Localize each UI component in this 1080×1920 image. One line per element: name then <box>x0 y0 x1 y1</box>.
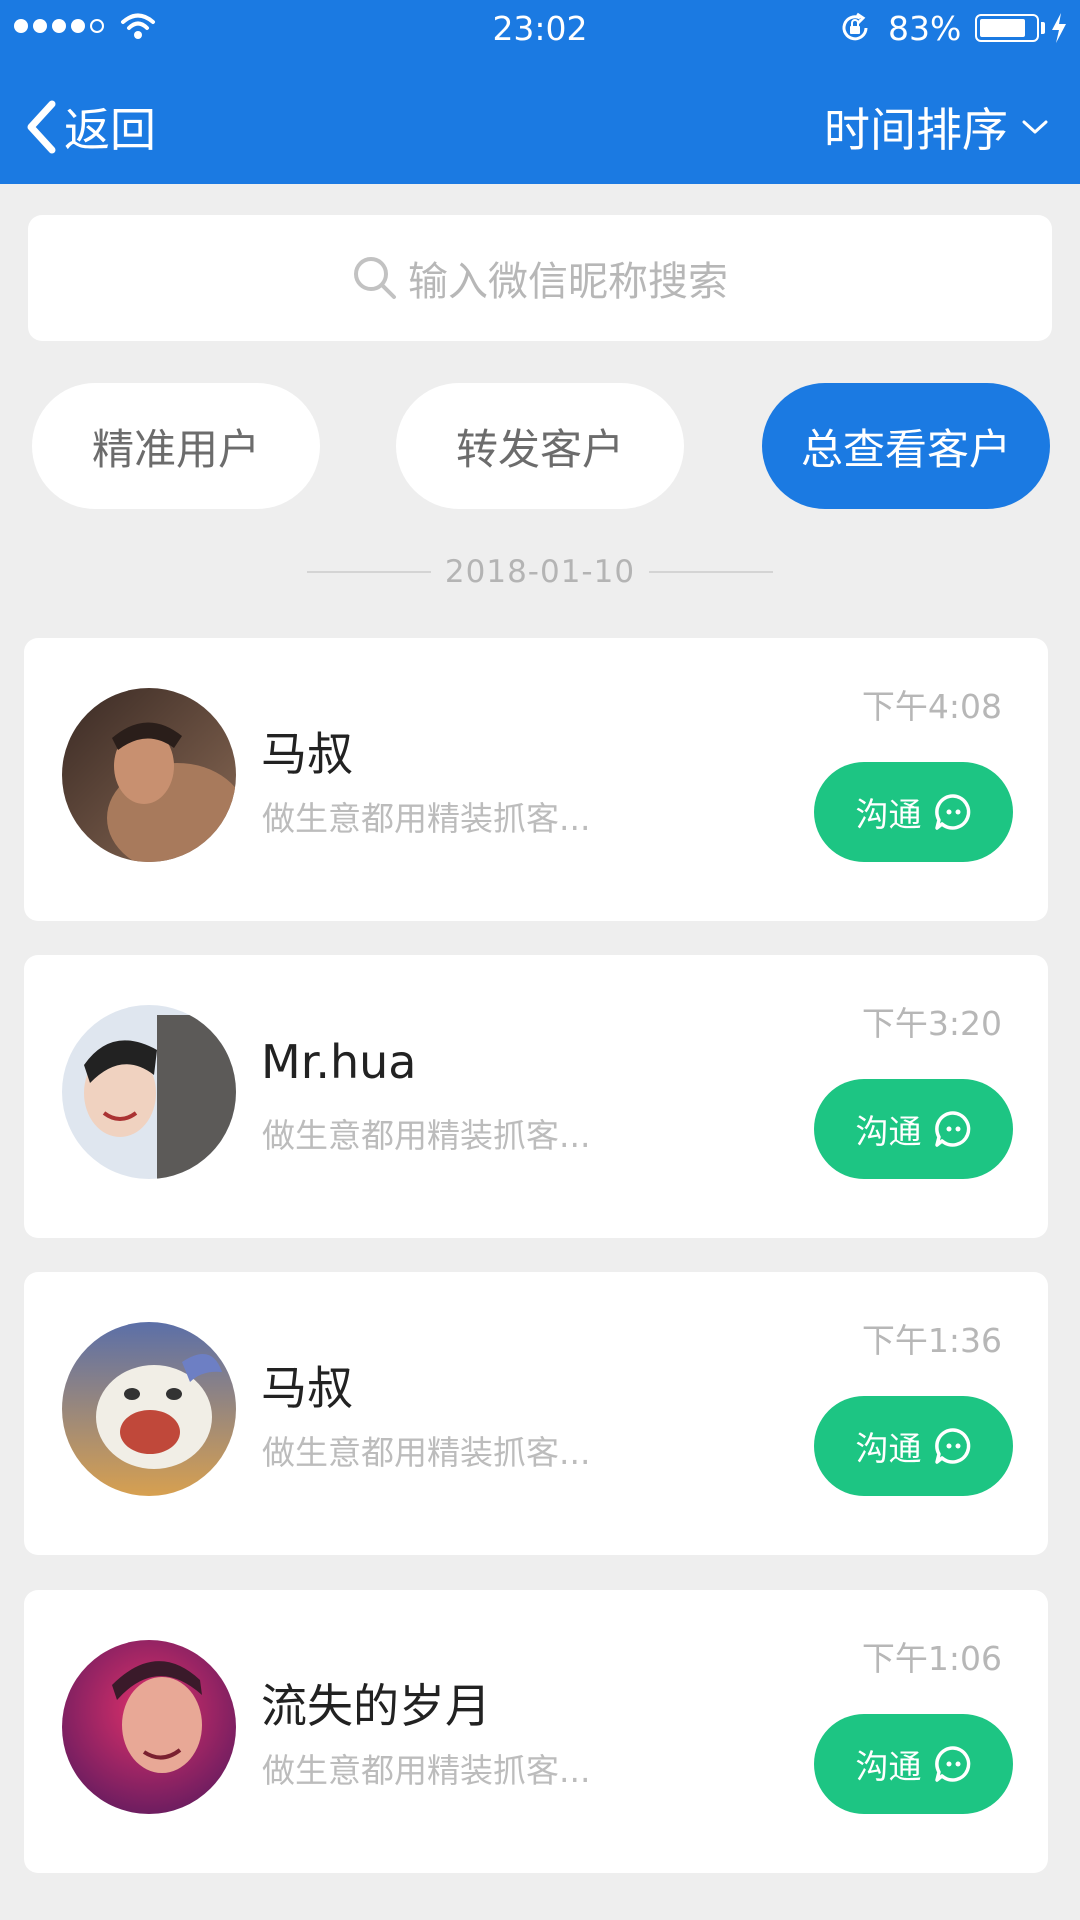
chat-button[interactable]: 沟通 <box>814 1714 1013 1814</box>
battery-percentage: 83% <box>888 9 962 48</box>
charging-icon <box>1052 13 1066 43</box>
message-preview: 做生意都用精装抓客... <box>262 1751 591 1790</box>
chevron-left-icon <box>27 100 56 154</box>
battery-level <box>980 19 1025 37</box>
message-time: 下午1:36 <box>861 1321 1002 1360</box>
status-bar: 23:02 83% <box>0 0 1080 56</box>
chat-button-label: 沟通 <box>855 795 922 834</box>
chevron-down-icon <box>1022 120 1048 134</box>
sort-dropdown[interactable]: 时间排序 <box>824 92 1048 162</box>
search-icon <box>354 257 396 299</box>
filter-all-viewed-customers[interactable]: 总查看客户 <box>762 383 1050 509</box>
chat-bubble-icon <box>934 1746 970 1782</box>
message-preview: 做生意都用精装抓客... <box>262 799 591 838</box>
avatar <box>62 1322 236 1496</box>
message-preview: 做生意都用精装抓客... <box>262 1116 591 1155</box>
contact-name: 流失的岁月 <box>261 1679 491 1733</box>
message-preview: 做生意都用精装抓客... <box>262 1433 591 1472</box>
chat-bubble-icon <box>934 1111 970 1147</box>
avatar <box>62 1640 236 1814</box>
contact-card[interactable]: 马叔 做生意都用精装抓客... 下午4:08 沟通 <box>24 638 1048 921</box>
chat-button[interactable]: 沟通 <box>814 762 1013 862</box>
contact-name: Mr.hua <box>261 1035 417 1089</box>
back-label: 返回 <box>64 103 156 157</box>
battery-icon <box>975 14 1039 42</box>
message-time: 下午1:06 <box>861 1639 1002 1678</box>
chat-button-label: 沟通 <box>855 1112 922 1151</box>
chat-button-label: 沟通 <box>855 1429 922 1468</box>
chat-bubble-icon <box>934 794 970 830</box>
search-input[interactable]: 输入微信昵称搜索 <box>28 215 1052 341</box>
message-time: 下午3:20 <box>861 1004 1002 1043</box>
date-label: 2018-01-10 <box>444 554 636 590</box>
chat-button[interactable]: 沟通 <box>814 1079 1013 1179</box>
chat-bubble-icon <box>934 1428 970 1464</box>
orientation-lock-icon <box>842 12 868 41</box>
search-placeholder: 输入微信昵称搜索 <box>408 259 728 305</box>
contact-card[interactable]: 马叔 做生意都用精装抓客... 下午1:36 沟通 <box>24 1272 1048 1555</box>
filter-precise-users[interactable]: 精准用户 <box>32 383 320 509</box>
avatar <box>62 688 236 862</box>
back-button[interactable]: 返回 <box>24 92 156 162</box>
filter-forwarded-customers[interactable]: 转发客户 <box>396 383 684 509</box>
contact-name: 马叔 <box>261 1361 353 1415</box>
contact-card[interactable]: 流失的岁月 做生意都用精装抓客... 下午1:06 沟通 <box>24 1590 1048 1873</box>
top-bar: 23:02 83% 返回 时间排序 <box>0 0 1080 184</box>
avatar <box>62 1005 236 1179</box>
chat-button-label: 沟通 <box>855 1747 922 1786</box>
chat-button[interactable]: 沟通 <box>814 1396 1013 1496</box>
contact-name: 马叔 <box>261 727 353 781</box>
contact-card[interactable]: Mr.hua 做生意都用精装抓客... 下午3:20 沟通 <box>24 955 1048 1238</box>
message-time: 下午4:08 <box>861 687 1002 726</box>
sort-label: 时间排序 <box>824 103 1008 157</box>
date-separator: 2018-01-10 <box>0 552 1080 592</box>
